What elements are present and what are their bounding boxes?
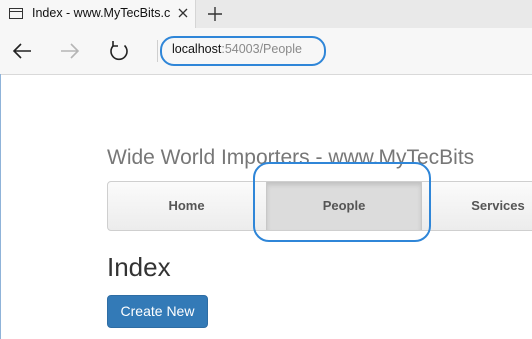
- refresh-icon[interactable]: [107, 39, 131, 63]
- new-tab-icon[interactable]: [206, 5, 224, 23]
- tab-strip: Index - www.MyTecBits.c: [0, 0, 532, 28]
- toolbar-separator: [157, 40, 158, 62]
- close-icon[interactable]: [176, 6, 190, 20]
- navigation-bar: localhost:54003/People: [0, 28, 532, 75]
- back-arrow-icon[interactable]: [10, 39, 34, 63]
- menu-item-services[interactable]: Services: [438, 182, 532, 230]
- create-new-button[interactable]: Create New: [107, 295, 208, 328]
- forward-arrow-icon[interactable]: [58, 39, 82, 63]
- page-heading: Index: [107, 252, 171, 282]
- menu-highlight-annotation: [253, 162, 431, 242]
- content-edge: [0, 74, 1, 339]
- tab-title: Index - www.MyTecBits.c: [32, 6, 170, 20]
- address-highlight-annotation: [160, 36, 326, 66]
- browser-tab[interactable]: Index - www.MyTecBits.c: [0, 0, 196, 28]
- menu-item-home[interactable]: Home: [108, 182, 265, 230]
- browser-window: Index - www.MyTecBits.c localhost:54003/…: [0, 0, 532, 339]
- page-icon: [9, 8, 23, 19]
